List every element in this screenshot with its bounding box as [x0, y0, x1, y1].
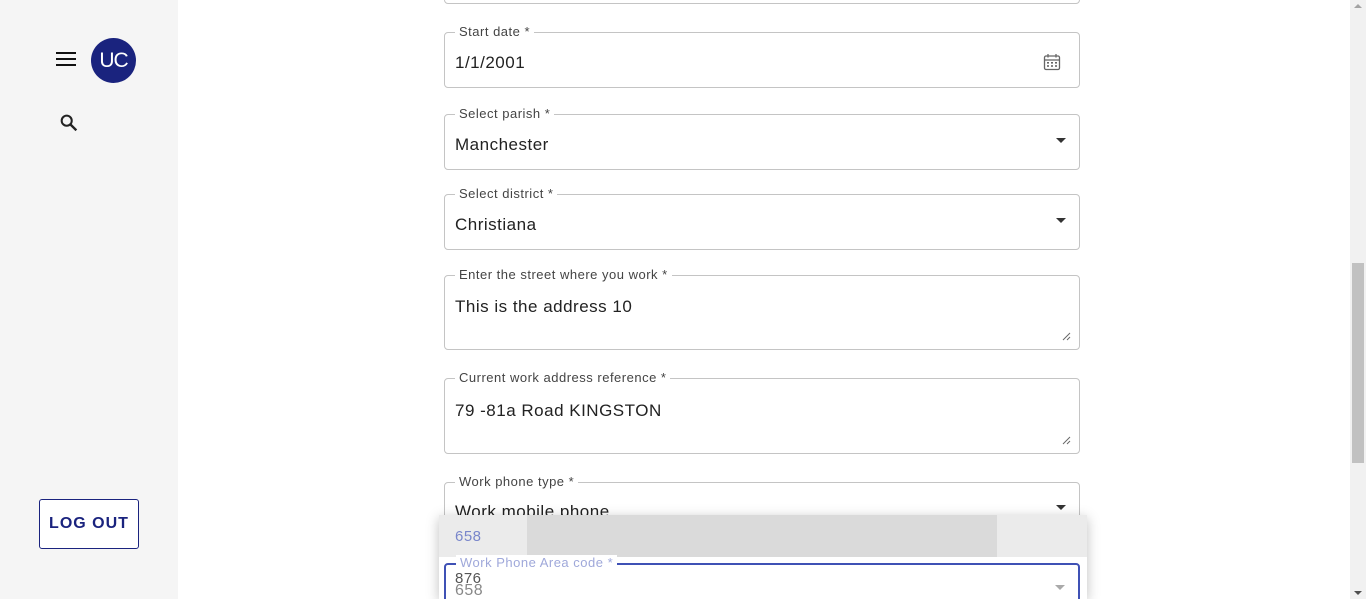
resize-handle-icon[interactable] [1062, 332, 1071, 341]
scroll-up-icon[interactable] [1354, 4, 1362, 8]
area-code-label: Work Phone Area code * [456, 555, 618, 570]
chevron-down-icon [1056, 505, 1066, 510]
scrollbar[interactable] [1350, 0, 1366, 599]
address-reference-value: 79 -81a Road KINGSTON [455, 401, 662, 420]
area-code-select[interactable]: Work Phone Area code * [444, 555, 1080, 599]
district-value: Christiana [455, 215, 537, 234]
menu-icon[interactable] [56, 50, 76, 68]
sidebar: UC LOG OUT [0, 0, 178, 599]
start-date-value: 1/1/2001 [455, 53, 526, 72]
chevron-down-icon [1056, 138, 1066, 143]
address-reference-textarea[interactable]: Current work address reference * 79 -81a… [444, 370, 1080, 454]
search-icon[interactable] [58, 112, 80, 134]
previous-field[interactable] [444, 0, 1080, 4]
area-code-dropdown: 658 Work Phone Area code * 876 658 [439, 515, 1087, 599]
start-date-label: Start date * [455, 24, 535, 39]
street-label: Enter the street where you work * [455, 267, 672, 282]
district-select[interactable]: Select district * Christiana [444, 186, 1080, 250]
area-code-value: 658 [455, 582, 484, 599]
start-date-field[interactable]: Start date * 1/1/2001 [444, 24, 1080, 88]
chevron-down-icon [1056, 218, 1066, 223]
chevron-down-icon [1055, 585, 1065, 590]
parish-label: Select parish * [455, 106, 555, 121]
main-content: Start date * 1/1/2001 Select parish * Ma… [178, 0, 1350, 599]
phone-type-label: Work phone type * [455, 474, 579, 489]
street-textarea[interactable]: Enter the street where you work * This i… [444, 267, 1080, 350]
scrollbar-thumb[interactable] [1352, 263, 1364, 463]
address-reference-label: Current work address reference * [455, 370, 671, 385]
calendar-icon[interactable] [1043, 53, 1061, 71]
avatar[interactable]: UC [91, 38, 136, 83]
scroll-down-icon[interactable] [1354, 591, 1362, 595]
resize-handle-icon[interactable] [1062, 436, 1071, 445]
district-label: Select district * [455, 186, 558, 201]
logout-button[interactable]: LOG OUT [39, 499, 139, 549]
parish-value: Manchester [455, 135, 549, 154]
dropdown-option-highlight[interactable] [439, 515, 1087, 557]
area-code-option[interactable]: 658 [455, 528, 482, 545]
street-value: This is the address 10 [455, 297, 633, 316]
parish-select[interactable]: Select parish * Manchester [444, 106, 1080, 170]
